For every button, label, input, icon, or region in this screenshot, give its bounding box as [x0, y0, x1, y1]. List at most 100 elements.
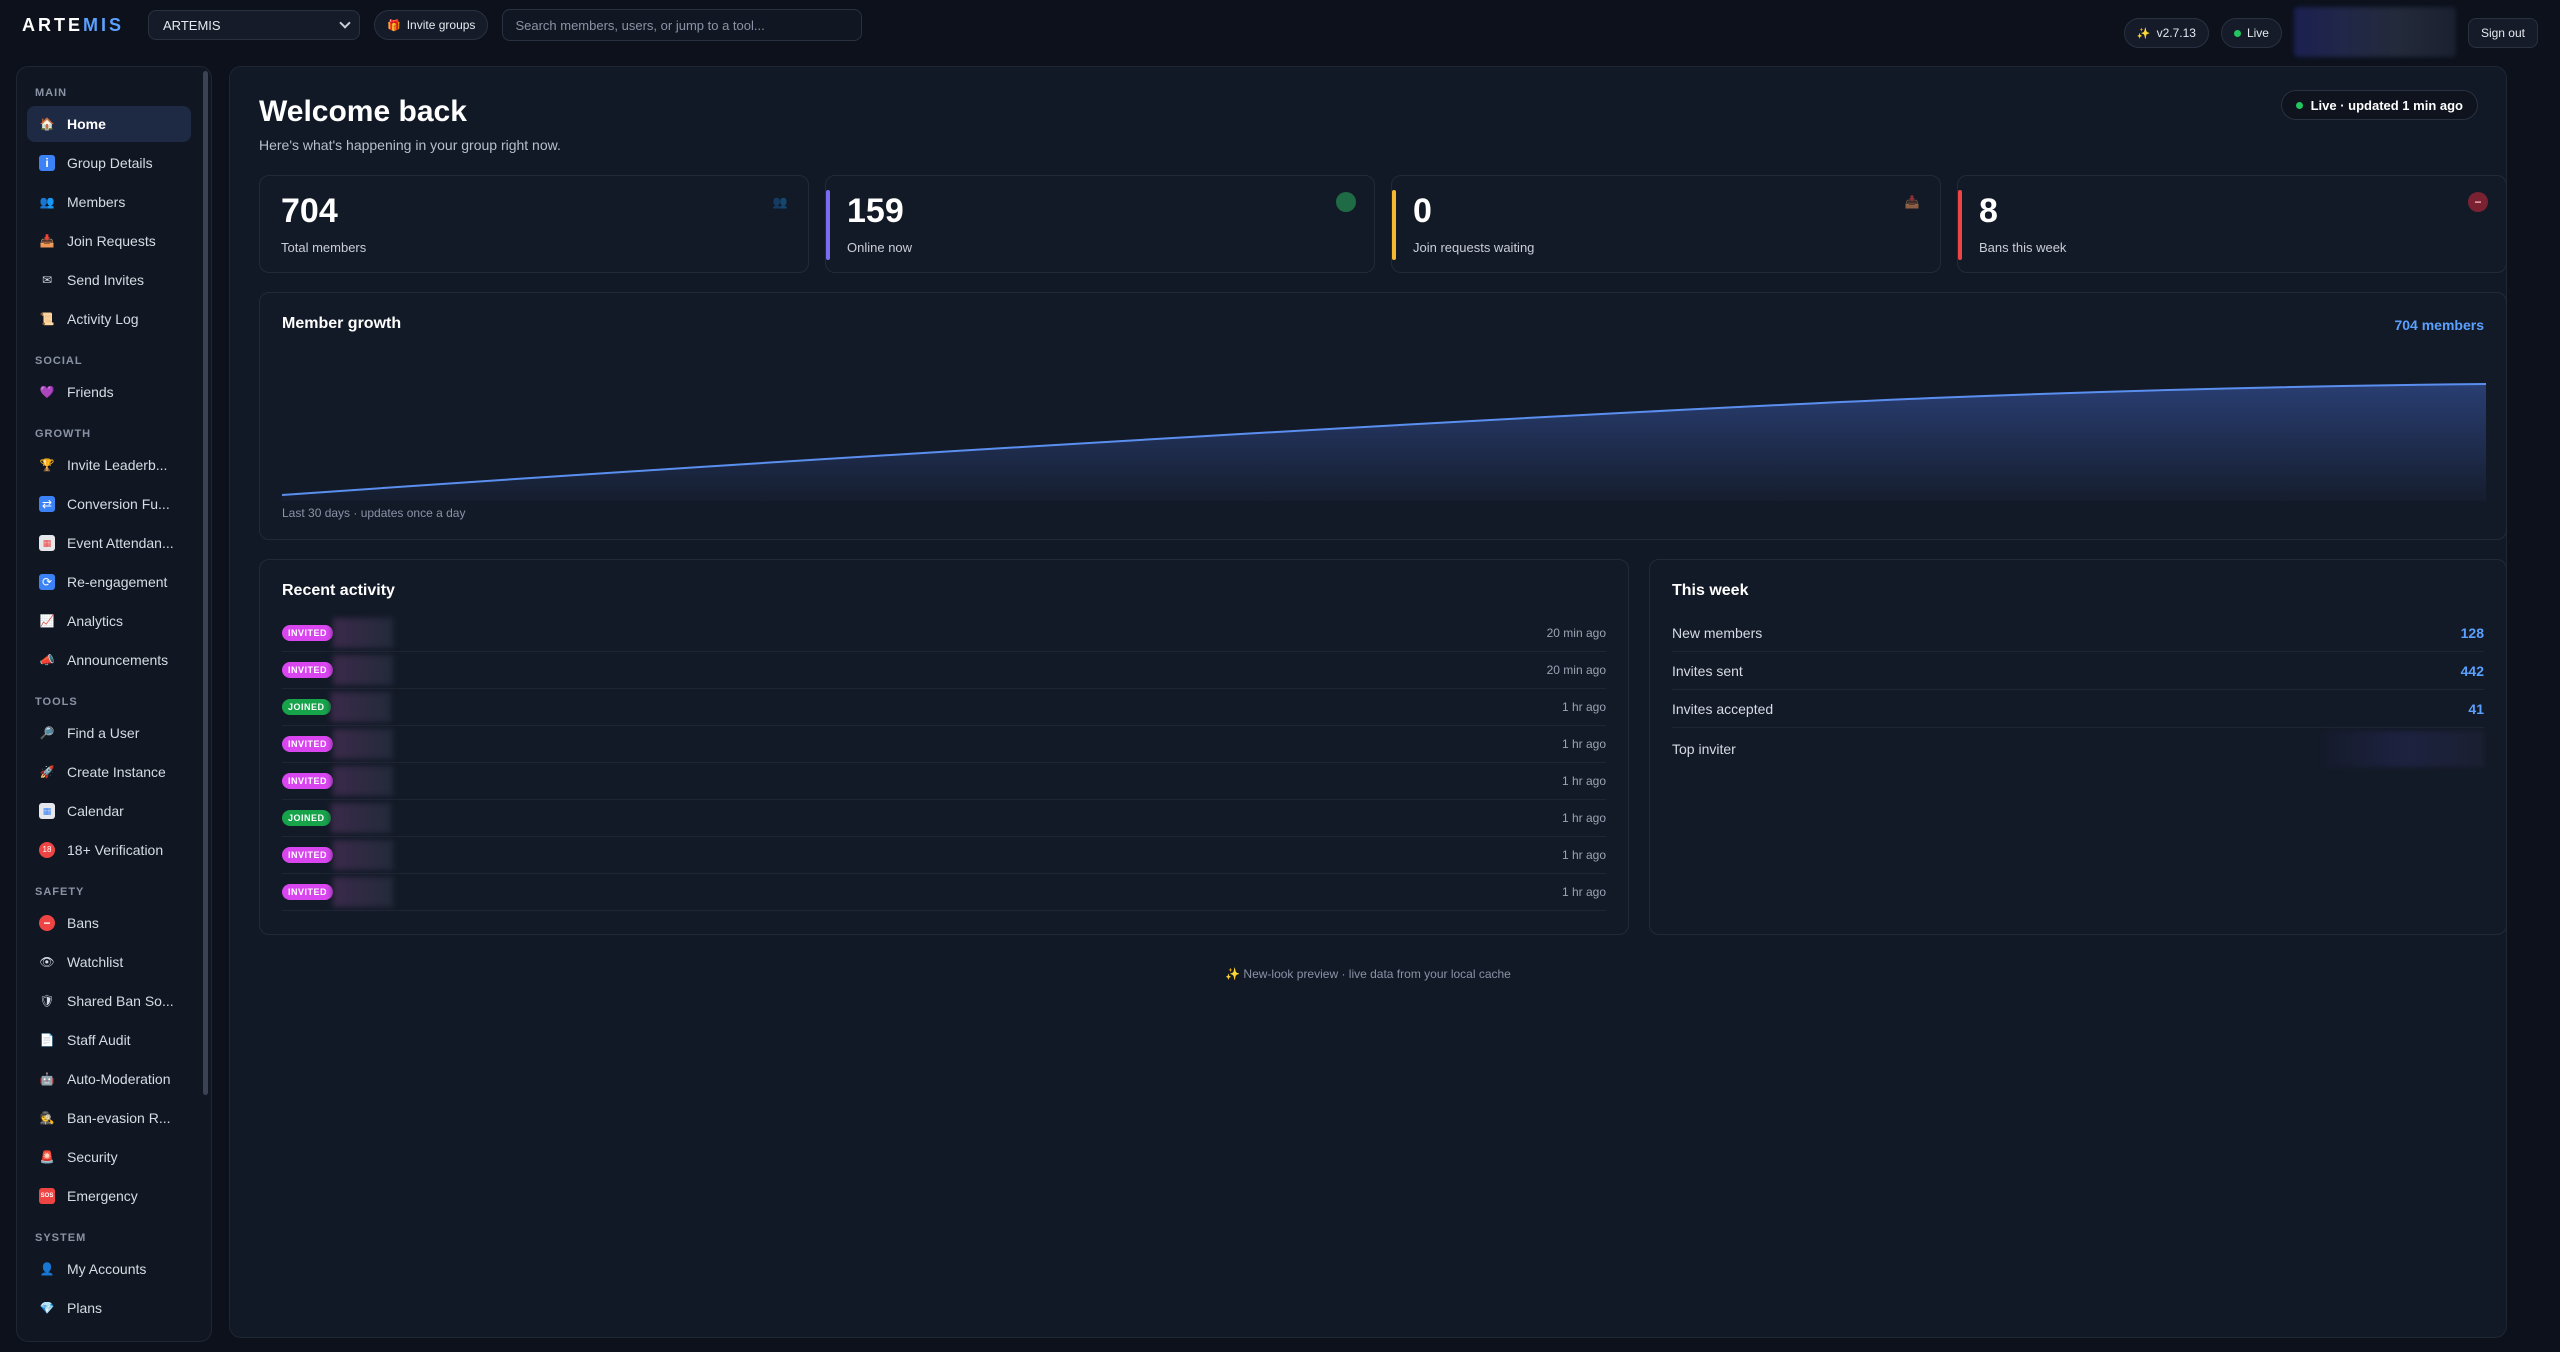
sidebar-item-home[interactable]: 🏠 Home	[27, 106, 191, 142]
sidebar-item-security[interactable]: 🚨 Security	[27, 1139, 191, 1175]
stat-label: Total members	[281, 240, 367, 255]
sidebar-item-label: Group Details	[67, 155, 153, 171]
sidebar-item-find-user[interactable]: 🔎 Find a User	[27, 715, 191, 751]
activity-row[interactable]: INVITED 20 min ago	[282, 615, 1606, 652]
sidebar-item-analytics[interactable]: 📈 Analytics	[27, 603, 191, 639]
calendar-icon: ▦	[39, 535, 55, 551]
sidebar-item-plans[interactable]: 💎 Plans	[27, 1290, 191, 1326]
stat-row-label: Invites sent	[1672, 662, 1743, 679]
chevron-down-icon	[339, 17, 351, 29]
sidebar-scrollbar[interactable]	[203, 71, 208, 1095]
sidebar-item-activity-log[interactable]: 📜 Activity Log	[27, 301, 191, 337]
page-subtitle: Here's what's happening in your group ri…	[259, 137, 561, 153]
sidebar-item-label: Bans	[67, 915, 99, 931]
sidebar-item-ban-evasion[interactable]: 🕵 Ban-evasion R...	[27, 1100, 191, 1136]
sidebar: MAIN 🏠 Home i Group Details 👥 Members 📥 Join…	[16, 66, 212, 1342]
activity-row[interactable]: JOINED 1 hr ago	[282, 689, 1606, 726]
sidebar-item-announcements[interactable]: 📣 Announcements	[27, 642, 191, 678]
user-avatar-redacted[interactable]	[2293, 7, 2456, 57]
siren-icon: 🚨	[39, 1150, 55, 1164]
sidebar-item-create-instance[interactable]: 🚀 Create Instance	[27, 754, 191, 790]
stat-row-invites-sent: Invites sent 442	[1672, 652, 2484, 690]
stat-value: 8	[1979, 192, 1998, 230]
sidebar-item-label: Find a User	[67, 725, 140, 741]
sidebar-item-label: Re-engagement	[67, 574, 168, 590]
sidebar-item-label: Event Attendan...	[67, 535, 174, 551]
top-inviter-redacted	[2324, 731, 2484, 767]
stat-value: 159	[847, 192, 904, 230]
stat-value: 0	[1413, 192, 1432, 230]
sidebar-item-label: My Accounts	[67, 1261, 147, 1277]
version-badge[interactable]: ✨ v2.7.13	[2123, 18, 2209, 48]
robot-icon: 🤖	[39, 1072, 55, 1086]
sidebar-item-label: Friends	[67, 384, 114, 400]
sidebar-item-event-attendance[interactable]: ▦ Event Attendan...	[27, 525, 191, 561]
activity-row[interactable]: INVITED 1 hr ago	[282, 874, 1606, 911]
logo-text: ARTE	[22, 14, 83, 35]
sidebar-item-label: Calendar	[67, 803, 124, 819]
stat-accent-bar	[826, 190, 830, 260]
activity-row[interactable]: INVITED 1 hr ago	[282, 763, 1606, 800]
sidebar-item-send-invites[interactable]: ✉ Send Invites	[27, 262, 191, 298]
sidebar-item-staff-audit[interactable]: 📄 Staff Audit	[27, 1022, 191, 1058]
activity-time: 1 hr ago	[1561, 700, 1606, 714]
sidebar-item-auto-moderation[interactable]: 🤖 Auto-Moderation	[27, 1061, 191, 1097]
activity-user-redacted	[330, 692, 391, 722]
activity-user-redacted	[333, 766, 394, 796]
rocket-icon: 🚀	[39, 765, 55, 779]
search-placeholder: Search members, users, or jump to a tool…	[515, 17, 765, 33]
card-title: Member growth	[282, 315, 402, 332]
activity-user-redacted	[333, 840, 394, 870]
members-icon: 👥	[39, 195, 55, 209]
sidebar-item-label: Watchlist	[67, 954, 124, 970]
activity-row[interactable]: INVITED 1 hr ago	[282, 837, 1606, 874]
sidebar-item-emergency[interactable]: SOS Emergency	[27, 1178, 191, 1214]
page-title: Welcome back	[259, 95, 467, 128]
sidebar-item-reengagement[interactable]: ⟳ Re-engagement	[27, 564, 191, 600]
megaphone-icon: 📣	[39, 653, 55, 667]
sidebar-item-verification[interactable]: 18 18+ Verification	[27, 832, 191, 868]
sidebar-item-join-requests[interactable]: 📥 Join Requests	[27, 223, 191, 259]
card-title: Recent activity	[282, 582, 395, 599]
live-label: Live	[2246, 26, 2269, 40]
section-label-growth: GROWTH	[35, 428, 92, 440]
activity-time: 1 hr ago	[1561, 811, 1606, 825]
magnifier-icon: 🔎	[39, 726, 55, 740]
member-growth-card: Member growth 704 members Last 30 days ·…	[259, 292, 2507, 540]
home-icon: 🏠	[39, 117, 55, 131]
member-count-label: 704 members	[2394, 317, 2484, 333]
sidebar-item-members[interactable]: 👥 Members	[27, 184, 191, 220]
sidebar-item-invite-leaderboard[interactable]: 🏆 Invite Leaderb...	[27, 447, 191, 483]
sidebar-item-group-details[interactable]: i Group Details	[27, 145, 191, 181]
top-right-controls: ✨ v2.7.13 Live Sign out	[2123, 7, 2538, 57]
sidebar-item-shared-ban[interactable]: 🛡 Shared Ban So...	[27, 983, 191, 1019]
app-logo[interactable]: ARTEMIS	[22, 15, 124, 36]
stat-accent-bar	[1958, 190, 1962, 260]
search-input[interactable]: Search members, users, or jump to a tool…	[502, 9, 863, 41]
sidebar-item-bans[interactable]: − Bans	[27, 905, 191, 941]
sidebar-item-my-accounts[interactable]: 👤 My Accounts	[27, 1251, 191, 1287]
stat-row-invites-accepted: Invites accepted 41	[1672, 690, 2484, 728]
activity-row[interactable]: JOINED 1 hr ago	[282, 800, 1606, 837]
activity-time: 1 hr ago	[1561, 848, 1606, 862]
sidebar-item-label: Shared Ban So...	[67, 993, 174, 1009]
invite-groups-button[interactable]: 🎁 Invite groups	[374, 10, 489, 40]
sidebar-item-watchlist[interactable]: 👁 Watchlist	[27, 944, 191, 980]
trophy-icon: 🏆	[39, 458, 55, 472]
shuffle-icon: ⇄	[39, 496, 55, 512]
sidebar-item-label: Invite Leaderb...	[67, 457, 168, 473]
sidebar-item-conversion-funnel[interactable]: ⇄ Conversion Fu...	[27, 486, 191, 522]
sidebar-item-friends[interactable]: 💜 Friends	[27, 374, 191, 410]
inbox-icon: 📥	[1904, 195, 1920, 209]
stat-value: 704	[281, 192, 338, 230]
sidebar-item-label: Send Invites	[67, 272, 145, 288]
sidebar-item-label: Ban-evasion R...	[67, 1110, 171, 1126]
card-title: This week	[1672, 582, 1749, 599]
detective-icon: 🕵	[39, 1111, 55, 1125]
sign-out-button[interactable]: Sign out	[2467, 18, 2538, 48]
group-select[interactable]: ARTEMIS	[148, 10, 361, 40]
sidebar-item-label: Security	[67, 1149, 118, 1165]
activity-row[interactable]: INVITED 20 min ago	[282, 652, 1606, 689]
activity-row[interactable]: INVITED 1 hr ago	[282, 726, 1606, 763]
sidebar-item-calendar[interactable]: ▦ Calendar	[27, 793, 191, 829]
